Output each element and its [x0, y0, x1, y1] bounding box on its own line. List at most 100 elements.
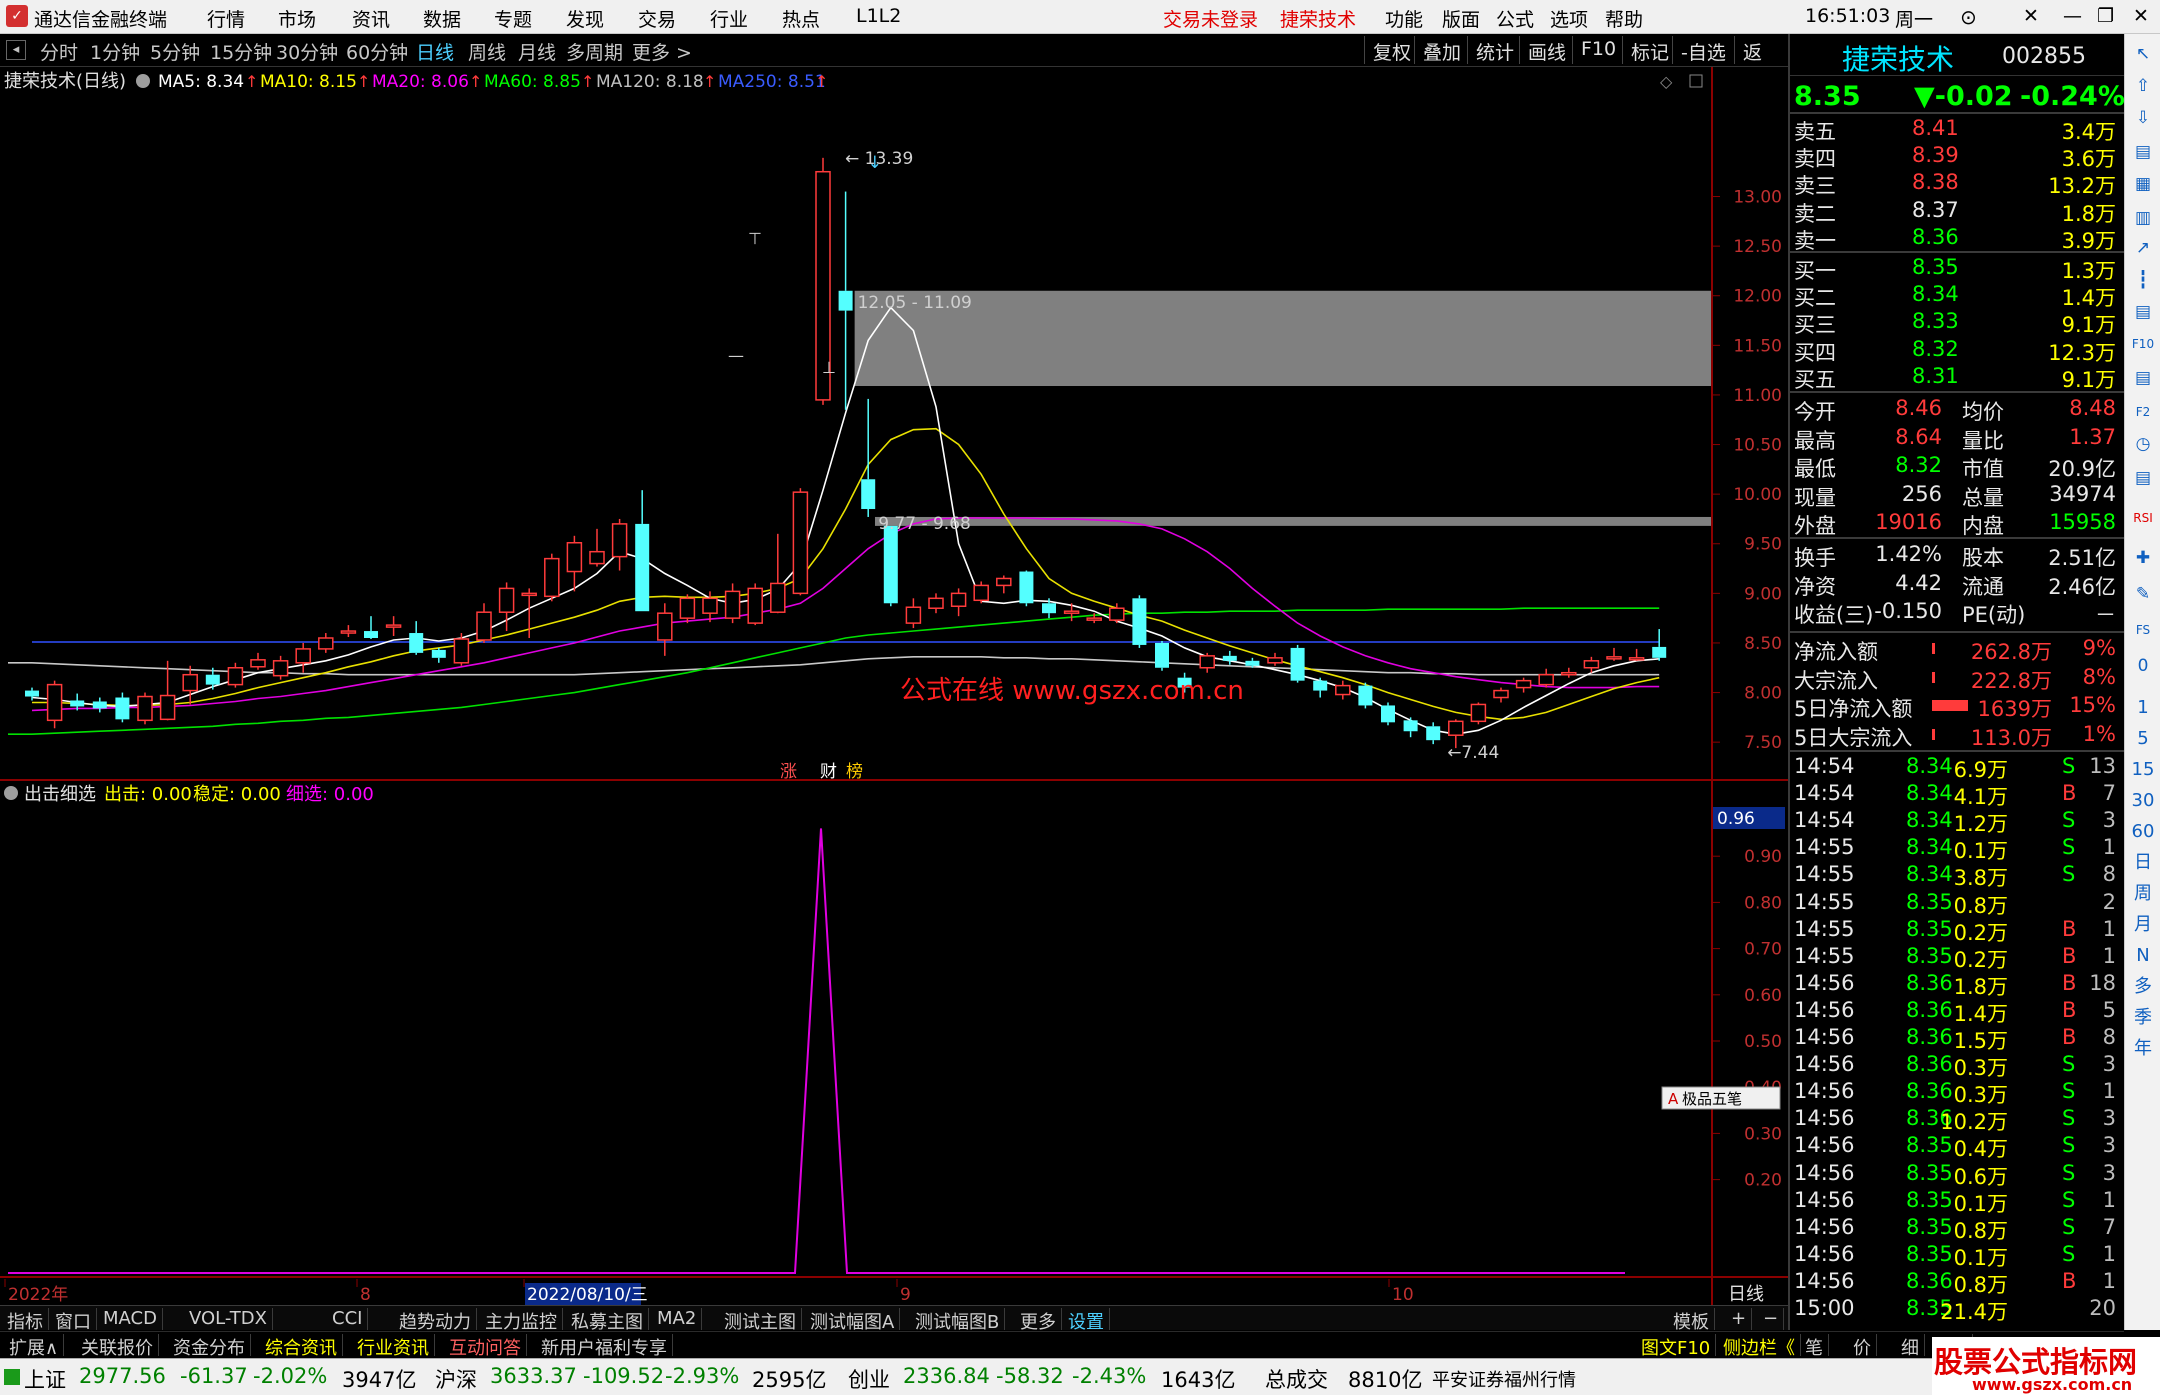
minimize-button[interactable]: ⊙ [1960, 5, 1977, 29]
ask-row[interactable]: 卖五 8.41 3.4万 [1794, 116, 2120, 144]
side-period-5[interactable]: 日 [2129, 849, 2157, 877]
indicator-tab-4[interactable]: CCI [327, 1308, 369, 1330]
toolbar-button-7[interactable]: 返回 [1734, 36, 1788, 91]
side-period-11[interactable]: 年 [2129, 1035, 2157, 1063]
pin-icon[interactable]: ↖ [2129, 40, 2157, 68]
indicator-tab-5[interactable]: 趋势动力 [394, 1308, 477, 1333]
side-period-9[interactable]: 多 [2129, 973, 2157, 1001]
info-tab-4[interactable]: 行业资讯 [352, 1334, 435, 1359]
period-tab-0[interactable]: 分时 [40, 38, 78, 65]
indicator-tab-10[interactable]: 测试幅图A [805, 1308, 901, 1333]
indicator-tab-1[interactable]: 窗口 [50, 1308, 97, 1333]
right-menu-2[interactable]: 公式 [1496, 5, 1534, 32]
bid-row[interactable]: 买三 8.33 9.1万 [1794, 309, 2120, 337]
right-menu-4[interactable]: 帮助 [1605, 5, 1643, 32]
restore-window-button[interactable]: ❐ [2097, 5, 2114, 27]
right-menu-3[interactable]: 选项 [1550, 5, 1588, 32]
indicator-tab-12[interactable]: 更多 [1015, 1308, 1062, 1333]
clock-icon[interactable]: ◷ [2129, 430, 2157, 458]
ask-row[interactable]: 卖三 8.38 13.2万 [1794, 170, 2120, 198]
side-period-6[interactable]: 周 [2129, 880, 2157, 908]
bid-row[interactable]: 买四 8.32 12.3万 [1794, 337, 2120, 365]
ask-row[interactable]: 卖四 8.39 3.6万 [1794, 143, 2120, 171]
toolbar-button-6[interactable]: -自选 [1672, 36, 1734, 64]
period-tab-10[interactable]: 更多 > [632, 38, 692, 65]
indicator-tab-11[interactable]: 测试幅图B [910, 1308, 1006, 1333]
indicator-tab-7[interactable]: 私募主图 [566, 1308, 649, 1333]
period-tab-6[interactable]: 日线 [416, 38, 454, 65]
period-tab-1[interactable]: 1分钟 [90, 38, 140, 65]
info-tab-2[interactable]: 资金分布 [168, 1334, 251, 1359]
f10-icon[interactable]: F10 [2129, 330, 2157, 358]
toolbar-button-3[interactable]: 画线 [1519, 36, 1574, 64]
candle-icon[interactable]: ┇ [2129, 266, 2157, 294]
info-right-3[interactable]: 价 [1848, 1334, 1877, 1359]
toolbar-button-1[interactable]: 叠加 [1414, 36, 1469, 64]
indicator-tab-6[interactable]: 主力监控 [480, 1308, 563, 1333]
side-period-2[interactable]: 15 [2129, 756, 2157, 784]
side-period-0[interactable]: 1 [2129, 694, 2157, 722]
data-icon[interactable]: ▤ [2129, 464, 2157, 492]
chart-icon[interactable]: ▤ [2129, 138, 2157, 166]
indicator-tab-0[interactable]: 指标 [2, 1308, 49, 1333]
kline-chart-area[interactable]: 捷荣技术(日线) MA5: 8.34 ↑ MA10: 8.15 ↑ MA20: 8.06 ↑… [0, 67, 1788, 1314]
right-menu-0[interactable]: 功能 [1385, 5, 1423, 32]
fz-icon[interactable]: F2 [2129, 398, 2157, 426]
side-period-1[interactable]: 5 [2129, 725, 2157, 753]
side-period-7[interactable]: 月 [2129, 911, 2157, 939]
bid-row[interactable]: 买五 8.31 9.1万 [1794, 364, 2120, 392]
broker-name[interactable]: 平安证券福州行情 [1432, 1366, 1576, 1392]
indicator-tab-13[interactable]: 设置 [1063, 1308, 1110, 1333]
close-panel-icon[interactable]: ✕ [2023, 5, 2039, 27]
tab-right-1[interactable]: + [1726, 1308, 1753, 1330]
period-tab-9[interactable]: 多周期 [566, 38, 623, 65]
tick-list[interactable]: 14:54 8.34 6.9万 S 13 14:54 8.34 4.1万 B 7 14:54 8.34… [1790, 750, 2126, 1328]
period-tab-5[interactable]: 60分钟 [346, 38, 408, 65]
period-tab-7[interactable]: 周线 [468, 38, 506, 65]
bid-row[interactable]: 买二 8.34 1.4万 [1794, 282, 2120, 310]
indicator-tab-9[interactable]: 测试主图 [719, 1308, 802, 1333]
info-tab-3[interactable]: 综合资讯 [260, 1334, 343, 1359]
period-tab-4[interactable]: 30分钟 [276, 38, 338, 65]
info-right-4[interactable]: 细 [1896, 1334, 1925, 1359]
info-tab-6[interactable]: 新用户福利专享 [536, 1334, 673, 1359]
pen-icon[interactable]: ✎ [2129, 580, 2157, 608]
toolbar-button-4[interactable]: F10 [1572, 36, 1624, 64]
toolbar-button-0[interactable]: 复权 [1364, 36, 1419, 64]
min-window-button[interactable]: — [2063, 5, 2082, 27]
side-period-4[interactable]: 60 [2129, 818, 2157, 846]
tab-right-2[interactable]: − [1758, 1308, 1785, 1330]
indicator-tab-8[interactable]: MA2 [652, 1308, 703, 1330]
menu-4[interactable]: 专题 [494, 5, 532, 32]
list-icon[interactable]: ▤ [2129, 298, 2157, 326]
fs-icon[interactable]: FS [2129, 616, 2157, 644]
side-period-8[interactable]: N [2129, 942, 2157, 970]
menu-2[interactable]: 资讯 [352, 5, 390, 32]
ask-row[interactable]: 卖二 8.37 1.8万 [1794, 198, 2120, 226]
arrow-down-icon[interactable]: ⇩ [2129, 104, 2157, 132]
trade-status[interactable]: 交易未登录 [1163, 5, 1258, 32]
arrow-up-icon[interactable]: ⇧ [2129, 72, 2157, 100]
close-window-button[interactable]: ✕ [2133, 5, 2149, 27]
0-icon[interactable]: 0 [2129, 652, 2157, 680]
info-right-2[interactable]: 笔 [1800, 1334, 1829, 1359]
period-tab-3[interactable]: 15分钟 [210, 38, 272, 65]
right-menu-1[interactable]: 版面 [1442, 5, 1480, 32]
sh-label[interactable]: 上证 [24, 1364, 66, 1394]
bid-row[interactable]: 买一 8.35 1.3万 [1794, 255, 2120, 283]
menu-9[interactable]: L1L2 [856, 5, 901, 27]
sz-label[interactable]: 沪深 [435, 1364, 477, 1394]
info-tab-1[interactable]: 关联报价 [76, 1334, 159, 1359]
toolbar-button-5[interactable]: 标记 [1622, 36, 1677, 64]
grid-icon[interactable]: ▥ [2129, 204, 2157, 232]
tab-right-0[interactable]: 模板 [1668, 1308, 1715, 1333]
menu-8[interactable]: 热点 [782, 5, 820, 32]
menu-3[interactable]: 数据 [423, 5, 461, 32]
menu-5[interactable]: 发现 [566, 5, 604, 32]
trend-icon[interactable]: ↗ [2129, 234, 2157, 262]
menu-7[interactable]: 行业 [710, 5, 748, 32]
doc-icon[interactable]: ▤ [2129, 364, 2157, 392]
rsi-icon[interactable]: RSI [2129, 504, 2157, 532]
cy-label[interactable]: 创业 [848, 1364, 890, 1394]
side-period-3[interactable]: 30 [2129, 787, 2157, 815]
